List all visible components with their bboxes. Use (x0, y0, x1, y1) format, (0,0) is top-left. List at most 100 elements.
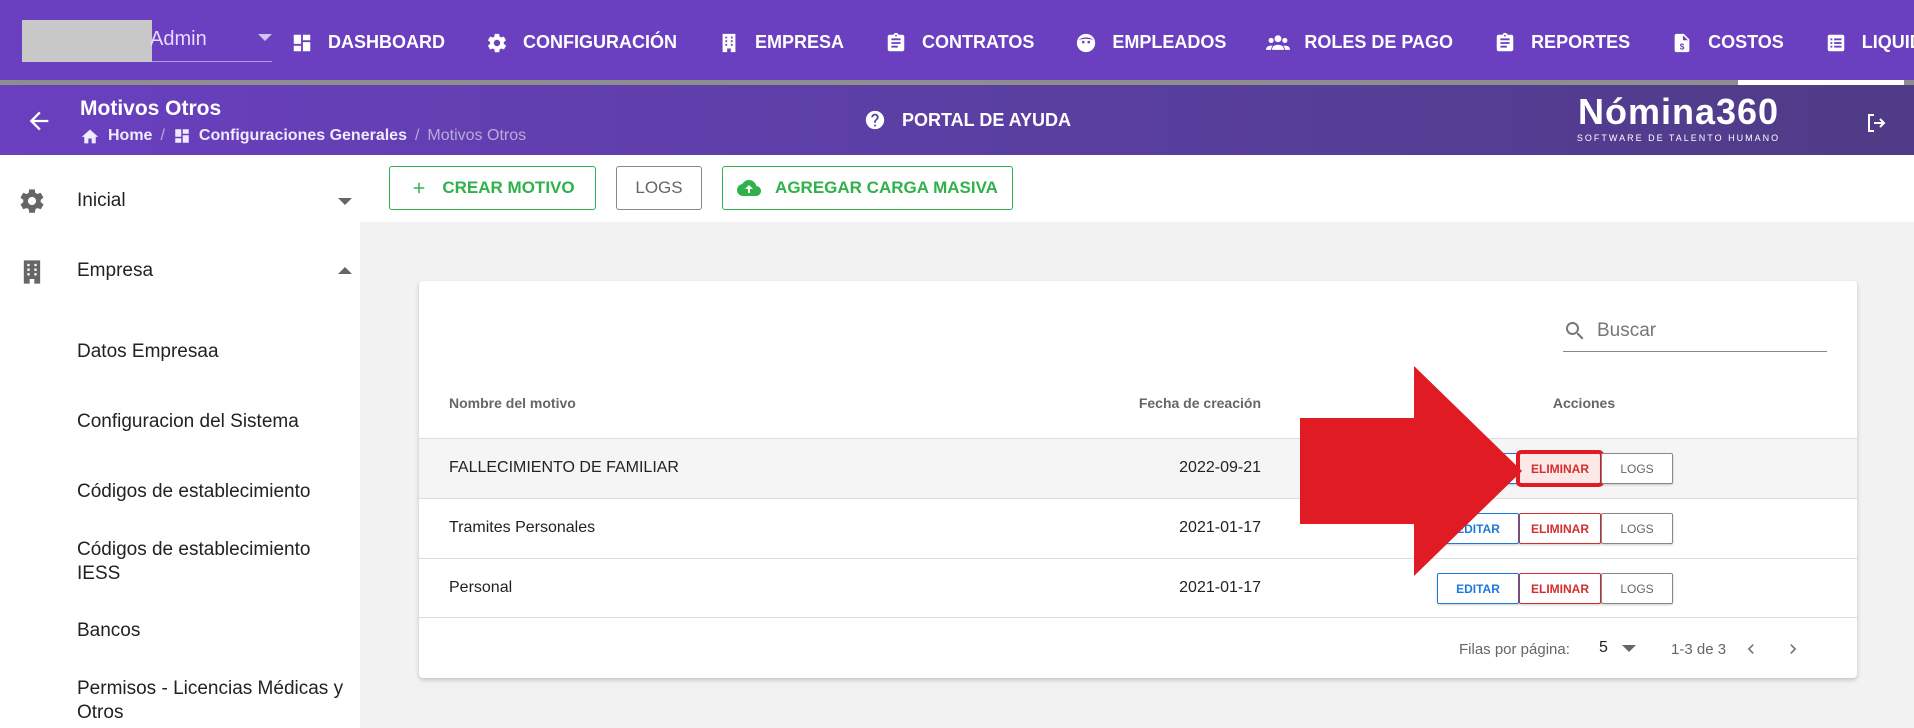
breadcrumb: Home / Configuraciones Generales / Motiv… (80, 127, 526, 145)
table-row: Tramites Personales 2021-01-17 EDITAR EL… (419, 498, 1857, 558)
table-footer-divider (419, 617, 1857, 618)
nav-label: ROLES DE PAGO (1304, 32, 1454, 52)
sidebar-item-datos-empresa[interactable]: Datos Empresaa (77, 340, 357, 364)
column-header-name[interactable]: Nombre del motivo (449, 395, 576, 411)
list-icon (1824, 31, 1848, 55)
help-portal-link[interactable]: PORTAL DE AYUDA (864, 109, 1071, 131)
nav-roles-de-pago[interactable]: ROLES DE PAGO (1266, 31, 1453, 55)
nav-costos[interactable]: $ COSTOS (1670, 31, 1784, 55)
create-motivo-button[interactable]: CREAR MOTIVO (389, 166, 596, 210)
breadcrumb-configuraciones[interactable]: Configuraciones Generales (173, 127, 407, 145)
nav-empresa[interactable]: EMPRESA (717, 31, 844, 55)
sidebar-section-empresa[interactable]: Empresa (0, 251, 360, 291)
cell-date: 2022-09-21 (1179, 459, 1261, 476)
redacted-avatar (22, 20, 152, 62)
top-navbar: Admin DASHBOARD CONFIGURACIÓN EMPRESA CO… (0, 0, 1914, 85)
sidebar-item-permisos[interactable]: Permisos - Licencias Médicas y Otros (77, 677, 377, 725)
nav-liquidaciones[interactable]: LIQUIDACIONES (1824, 31, 1914, 55)
clipboard-icon (884, 31, 908, 55)
dashboard-icon (290, 31, 314, 55)
cell-name: Personal (449, 579, 513, 596)
cell-name: FALLECIMIENTO DE FAMILIAR (449, 459, 679, 476)
delete-button[interactable]: ELIMINAR (1516, 450, 1604, 487)
column-header-actions: Acciones (1552, 395, 1616, 411)
rows-per-page-label: Filas por página: (1459, 641, 1570, 658)
nav-contratos[interactable]: CONTRATOS (884, 31, 1034, 55)
brand-logo: Nómina360 SOFTWARE DE TALENTO HUMANO (1566, 93, 1791, 144)
row-logs-button[interactable]: LOGS (1601, 573, 1673, 604)
back-arrow-icon[interactable] (25, 107, 53, 135)
sidebar-item-bancos[interactable]: Bancos (77, 619, 357, 643)
column-header-date[interactable]: Fecha de creación (1119, 395, 1261, 411)
motivos-table-card: Nombre del motivo Fecha de creación Acci… (419, 281, 1857, 678)
nav-label: DASHBOARD (328, 32, 445, 52)
gear-icon (485, 31, 509, 55)
search-icon (1563, 319, 1587, 348)
home-icon (80, 127, 100, 145)
nav-label: LIQUIDACIONES (1861, 32, 1914, 52)
prev-page-icon[interactable] (1739, 637, 1763, 661)
breadcrumb-separator: / (414, 127, 420, 144)
building-icon (717, 31, 741, 55)
delete-button[interactable]: ELIMINAR (1519, 513, 1601, 544)
nav-label: REPORTES (1531, 32, 1631, 52)
page-range: 1-3 de 3 (1671, 641, 1727, 658)
sidebar-item-codigos-establecimiento[interactable]: Códigos de establecimiento (77, 480, 357, 504)
nav-configuracion[interactable]: CONFIGURACIÓN (485, 31, 677, 55)
breadcrumb-home[interactable]: Home (80, 127, 152, 145)
nav-label: CONFIGURACIÓN (523, 32, 677, 52)
nav-label: COSTOS (1708, 32, 1784, 52)
table-row: Personal 2021-01-17 EDITAR ELIMINAR LOGS (419, 558, 1857, 618)
sidebar-section-label: Inicial (77, 190, 126, 211)
plus-icon (410, 179, 428, 197)
button-label: AGREGAR CARGA MASIVA (775, 178, 998, 197)
row-logs-button[interactable]: LOGS (1601, 453, 1673, 484)
search-field[interactable] (1563, 309, 1827, 352)
dashboard-icon (173, 127, 191, 145)
logs-button[interactable]: LOGS (616, 166, 702, 210)
search-input[interactable] (1597, 317, 1822, 345)
breadcrumb-label: Home (108, 127, 153, 144)
chevron-up-icon (338, 267, 352, 274)
help-label: PORTAL DE AYUDA (902, 109, 1072, 130)
gear-icon (18, 187, 46, 220)
clipboard-icon (1493, 31, 1517, 55)
sidebar-item-codigos-iess[interactable]: Códigos de establecimiento IESS (77, 538, 357, 586)
sidebar-item-configuracion-sistema[interactable]: Configuracion del Sistema (77, 410, 357, 434)
edit-button[interactable]: EDITAR (1437, 573, 1519, 604)
face-icon (1074, 31, 1098, 55)
dollar-file-icon: $ (1670, 31, 1694, 55)
rows-per-page-value: 5 (1599, 639, 1608, 656)
user-name: Admin (150, 28, 207, 50)
cell-date: 2021-01-17 (1179, 579, 1261, 596)
cell-name: Tramites Personales (449, 519, 596, 536)
nav-reportes[interactable]: REPORTES (1493, 31, 1630, 55)
edit-button[interactable]: EDITAR (1437, 513, 1519, 544)
page-title: Motivos Otros (80, 97, 222, 120)
page-header: Motivos Otros Home / Configuraciones Gen… (0, 85, 1914, 155)
user-selector[interactable]: Admin (22, 20, 272, 62)
breadcrumb-label: Configuraciones Generales (198, 127, 407, 144)
sidebar-section-inicial[interactable]: Inicial (0, 181, 360, 221)
logout-icon[interactable] (1864, 111, 1888, 135)
nav-empleados[interactable]: EMPLEADOS (1074, 31, 1226, 55)
delete-button[interactable]: ELIMINAR (1519, 573, 1601, 604)
svg-text:$: $ (1680, 42, 1685, 51)
group-icon (1266, 31, 1291, 55)
cloud-upload-icon (737, 178, 762, 198)
next-page-icon[interactable] (1781, 637, 1805, 661)
nav-label: EMPRESA (755, 32, 845, 52)
help-icon (864, 109, 886, 131)
button-label: CREAR MOTIVO (442, 178, 575, 197)
edit-button[interactable]: EDITAR (1437, 453, 1519, 484)
cell-date: 2021-01-17 (1179, 519, 1261, 536)
bulk-upload-button[interactable]: AGREGAR CARGA MASIVA (722, 166, 1013, 210)
nav-dashboard[interactable]: DASHBOARD (290, 31, 445, 55)
nav-label: EMPLEADOS (1112, 32, 1227, 52)
sidebar-section-label: Empresa (77, 260, 154, 281)
building-icon (18, 257, 46, 292)
chevron-down-icon (1621, 644, 1636, 652)
sidebar: Inicial Empresa Datos Empresaa Configura… (0, 155, 360, 728)
row-logs-button[interactable]: LOGS (1601, 513, 1673, 544)
rows-per-page-select[interactable]: 5 (1599, 639, 1636, 657)
